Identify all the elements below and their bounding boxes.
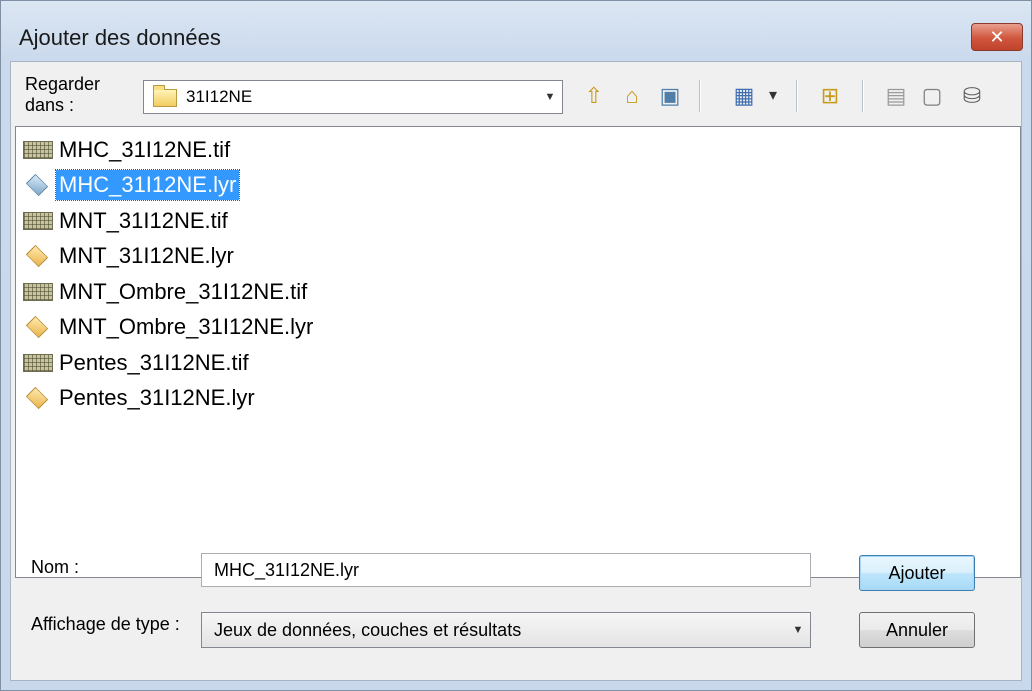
look-in-label: Regarder dans : <box>25 74 101 115</box>
folder-icon <box>153 85 177 107</box>
layer-file-icon-shape <box>25 315 49 339</box>
type-filter-dropdown[interactable]: Jeux de données, couches et résultats ▼ <box>201 612 811 648</box>
chevron-down-icon[interactable]: ▼ <box>538 81 562 113</box>
raster-dataset-icon <box>22 281 56 303</box>
catalog-connect-icon[interactable]: ▣ <box>654 79 686 113</box>
file-name: MHC_31I12NE.lyr <box>54 169 241 201</box>
look-in-value: 31I12NE <box>186 87 253 106</box>
raster-dataset-icon-shape <box>23 211 53 230</box>
dialog-title: Ajouter des données <box>19 25 221 50</box>
toolbar-separator <box>796 80 798 112</box>
name-field[interactable] <box>201 553 811 587</box>
file-name: MNT_31I12NE.lyr <box>59 243 234 268</box>
raster-dataset-icon-shape <box>23 140 53 159</box>
file-name: Pentes_31I12NE.lyr <box>59 385 255 410</box>
file-list[interactable]: MHC_31I12NE.tif MHC_31I12NE.lyr MNT_31I12N… <box>15 126 1021 578</box>
dialog-frame: Ajouter des données ✕ Regarder dans : 31… <box>1 1 1031 690</box>
raster-dataset-icon <box>22 139 56 161</box>
list-item[interactable]: Pentes_31I12NE.lyr <box>22 382 258 415</box>
list-item[interactable]: MHC_31I12NE.lyr <box>22 169 241 202</box>
view-list-icon[interactable]: ▦ <box>728 79 760 113</box>
type-filter-label: Affichage de type : <box>31 614 180 634</box>
file-name: MNT_31I12NE.tif <box>59 207 228 233</box>
add-button[interactable]: Ajouter <box>859 555 975 591</box>
view-dropdown-icon[interactable]: ▾ <box>764 79 782 113</box>
list-item[interactable]: MNT_Ombre_31I12NE.lyr <box>22 311 316 344</box>
raster-dataset-icon <box>22 210 56 232</box>
layer-file-icon-shape <box>25 173 49 197</box>
add-data-dialog: Ajouter des données ✕ Regarder dans : 31… <box>0 0 1032 691</box>
list-item[interactable]: Pentes_31I12NE.tif <box>22 346 252 379</box>
layer-file-icon-shape <box>25 386 49 410</box>
home-icon[interactable]: ⌂ <box>616 79 648 113</box>
look-in-dropdown[interactable]: 31I12NE ▼ <box>143 80 563 114</box>
raster-dataset-icon <box>22 352 56 374</box>
raster-dataset-icon-shape <box>23 282 53 301</box>
chevron-down-icon[interactable]: ▼ <box>786 613 810 647</box>
list-item[interactable]: MHC_31I12NE.tif <box>22 133 233 166</box>
close-button[interactable]: ✕ <box>971 23 1023 51</box>
file-name: MNT_Ombre_31I12NE.tif <box>59 278 308 304</box>
list-item[interactable]: MNT_Ombre_31I12NE.tif <box>22 275 310 308</box>
toolbar-separator <box>699 80 701 112</box>
layer-file-icon <box>22 244 56 268</box>
list-item[interactable]: MNT_31I12NE.lyr <box>22 240 237 273</box>
up-one-level-icon[interactable]: ⇧ <box>578 79 610 113</box>
new-item-icon[interactable]: ▤ <box>880 79 912 113</box>
layer-file-icon <box>22 173 56 197</box>
name-label: Nom : <box>31 557 80 577</box>
type-filter-value: Jeux de données, couches et résultats <box>214 620 522 640</box>
layer-file-icon-shape <box>25 244 49 268</box>
layer-file-icon <box>22 315 56 339</box>
new-folder-icon[interactable]: ⊞ <box>814 79 846 113</box>
dialog-body: Regarder dans : 31I12NE ▼ ⇧ ⌂ ▣ ▦ ▾ ⊞ ▤ ▢ ⛁ MHC_… <box>10 61 1022 681</box>
file-name: MNT_Ombre_31I12NE.lyr <box>59 314 314 339</box>
toolbar-separator <box>862 80 864 112</box>
layer-file-icon <box>22 386 56 410</box>
file-name: Pentes_31I12NE.tif <box>59 349 249 375</box>
list-item[interactable]: MNT_31I12NE.tif <box>22 204 231 237</box>
raster-dataset-icon-shape <box>23 353 53 372</box>
properties-icon[interactable]: ▢ <box>916 79 948 113</box>
file-name: MHC_31I12NE.tif <box>59 136 231 162</box>
connect-database-icon[interactable]: ⛁ <box>956 79 988 113</box>
cancel-button[interactable]: Annuler <box>859 612 975 648</box>
title-bar[interactable]: Ajouter des données ✕ <box>1 1 1031 61</box>
